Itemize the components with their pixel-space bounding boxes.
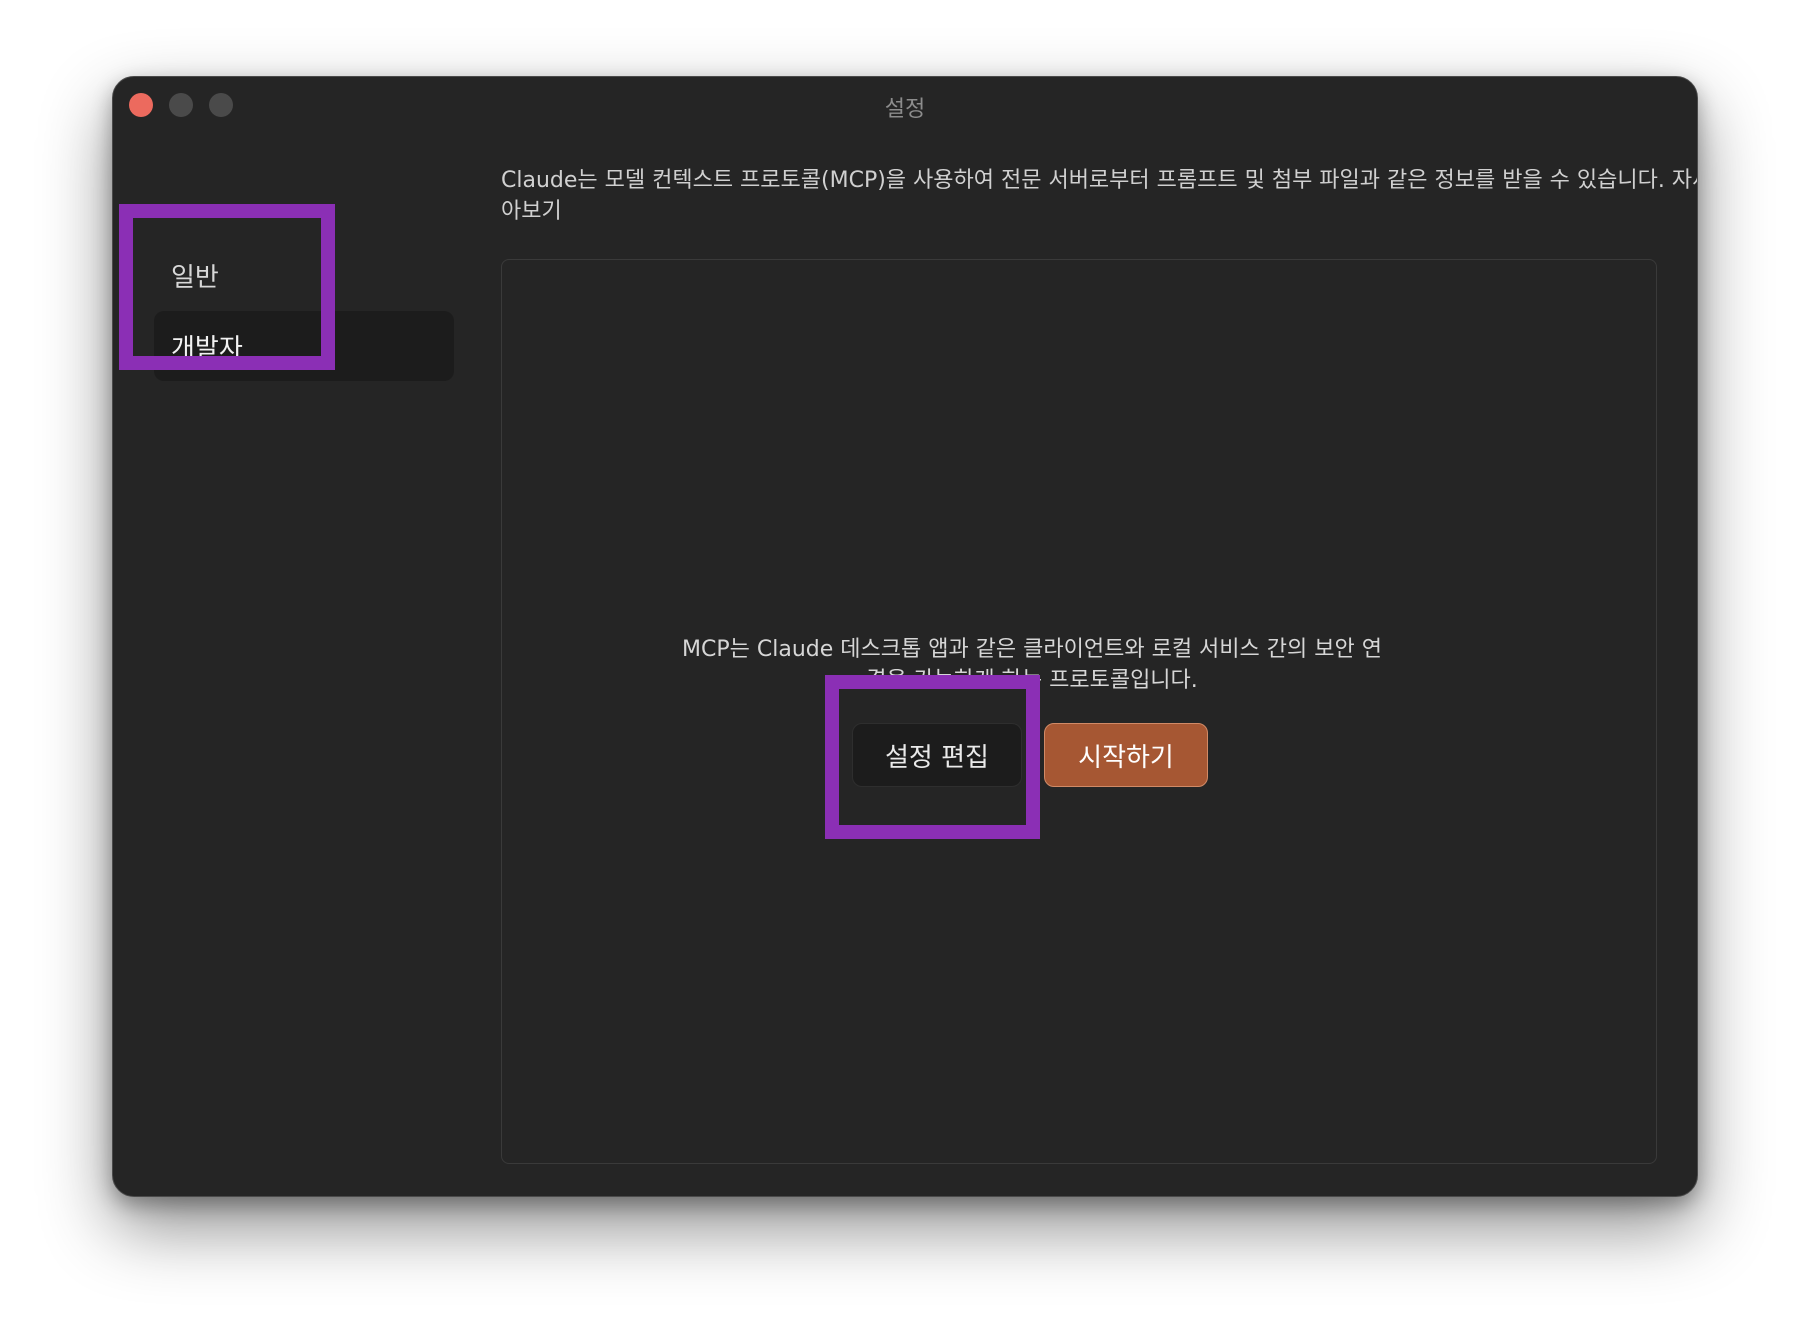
get-started-button[interactable]: 시작하기 [1044,723,1208,787]
edit-config-button[interactable]: 설정 편집 [852,723,1022,787]
sidebar-item-developer[interactable]: 개발자 [154,311,454,381]
mcp-intro-text: Claude는 모델 컨텍스트 프로토콜(MCP)을 사용하여 전문 서버로부터… [501,165,1697,227]
settings-window: 설정 일반 개발자 Claude는 모델 컨텍스트 프로토콜(MCP)을 사용하… [112,76,1698,1197]
intro-description: Claude는 모델 컨텍스트 프로토콜(MCP)을 사용하여 전문 서버로부터… [501,168,1665,193]
title-bar: 설정 [113,77,1697,133]
sidebar-item-general[interactable]: 일반 [154,255,454,295]
mcp-servers-panel: MCP는 Claude 데스크톱 앱과 같은 클라이언트와 로컬 서비스 간의 … [501,259,1657,1164]
window-title: 설정 [884,97,926,122]
mcp-empty-description: MCP는 Claude 데스크톱 앱과 같은 클라이언트와 로컬 서비스 간의 … [682,637,1382,693]
